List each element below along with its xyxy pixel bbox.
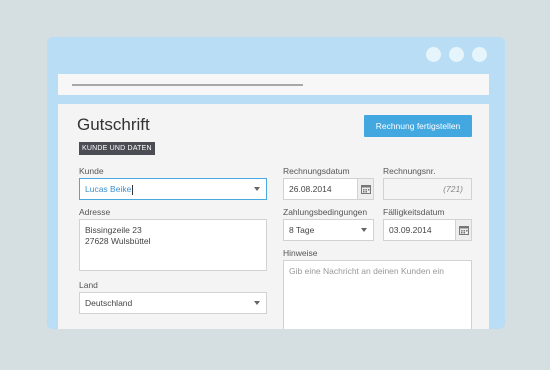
section-tag: KUNDE UND DATEN: [79, 142, 155, 155]
window-control-dot[interactable]: [472, 47, 487, 62]
faelligkeitsdatum-label: Fälligkeitsdatum: [383, 207, 445, 217]
hinweise-label: Hinweise: [283, 248, 318, 258]
faelligkeitsdatum-value: 03.09.2014: [389, 225, 432, 235]
chevron-down-icon: [254, 301, 260, 305]
chevron-down-icon: [361, 228, 367, 232]
rechnungsnr-label: Rechnungsnr.: [383, 166, 436, 176]
calendar-icon[interactable]: [357, 179, 373, 199]
land-select[interactable]: Deutschland: [79, 292, 267, 314]
address-bar[interactable]: [58, 74, 489, 95]
land-value: Deutschland: [85, 298, 133, 308]
rechnungsnr-field: (721): [383, 178, 472, 200]
page-title: Gutschrift: [77, 115, 150, 134]
hinweise-textarea[interactable]: Gib eine Nachricht an deinen Kunden ein: [283, 260, 472, 329]
window-control-dot[interactable]: [426, 47, 441, 62]
rechnungsdatum-field[interactable]: 26.08.2014: [283, 178, 374, 200]
adresse-line1: Bissingzeile 23: [85, 225, 142, 235]
zahlungsbedingungen-label: Zahlungsbedingungen: [283, 207, 368, 217]
text-cursor: [132, 184, 134, 195]
adresse-label: Adresse: [79, 207, 111, 217]
rechnungsnr-value: (721): [443, 184, 463, 194]
address-bar-placeholder-line: [72, 84, 303, 86]
kunde-label: Kunde: [79, 166, 104, 176]
rechnungsdatum-label: Rechnungsdatum: [283, 166, 350, 176]
invoice-form: Gutschrift KUNDE UND DATEN Rechnung fert…: [58, 104, 489, 329]
adresse-line2: 27628 Wulsbüttel: [85, 236, 151, 246]
browser-window: Gutschrift KUNDE UND DATEN Rechnung fert…: [47, 37, 505, 329]
rechnungsdatum-value: 26.08.2014: [289, 184, 332, 194]
kunde-value: Lucas Beike: [85, 184, 132, 194]
chevron-down-icon: [254, 187, 260, 191]
adresse-textarea[interactable]: Bissingzeile 23 27628 Wulsbüttel: [79, 219, 267, 271]
kunde-select[interactable]: Lucas Beike: [79, 178, 267, 200]
faelligkeitsdatum-field[interactable]: 03.09.2014: [383, 219, 472, 241]
zahlungsbedingungen-select[interactable]: 8 Tage: [283, 219, 374, 241]
finalize-invoice-button[interactable]: Rechnung fertigstellen: [364, 115, 472, 137]
land-label: Land: [79, 280, 98, 290]
calendar-icon[interactable]: [455, 220, 471, 240]
window-control-dot[interactable]: [449, 47, 464, 62]
hinweise-placeholder: Gib eine Nachricht an deinen Kunden ein: [289, 266, 444, 276]
zahlungsbedingungen-value: 8 Tage: [289, 225, 315, 235]
